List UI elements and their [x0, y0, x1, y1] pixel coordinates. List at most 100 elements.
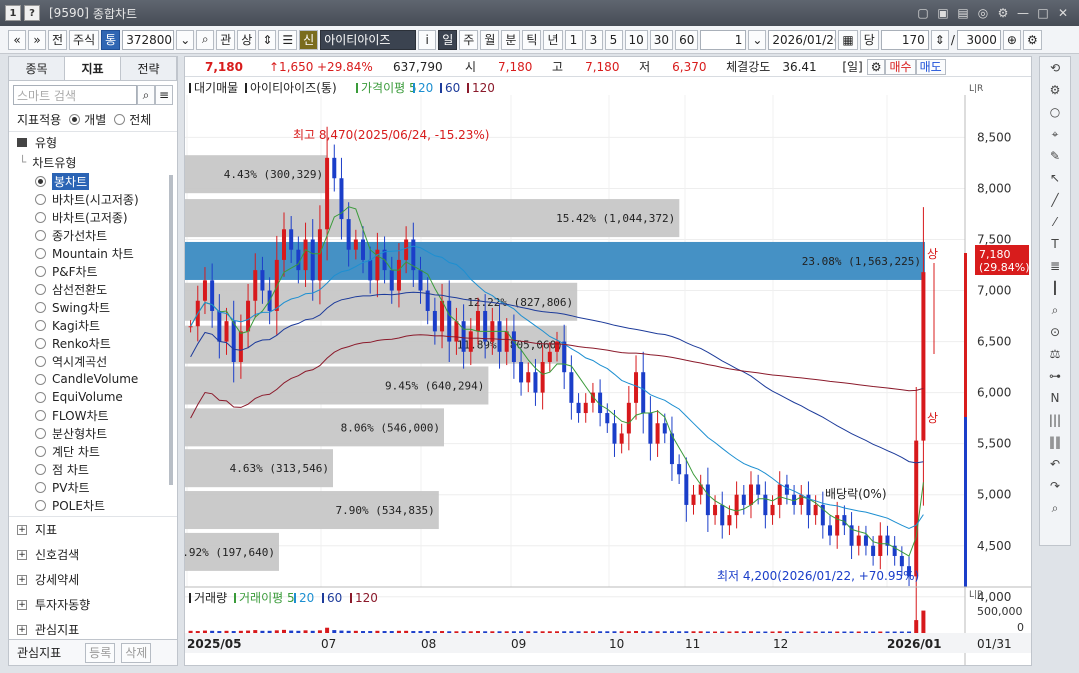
expand-icon[interactable]: +: [17, 599, 27, 610]
radio-all[interactable]: [114, 113, 126, 125]
subsection-chart-type[interactable]: 차트유형: [32, 154, 76, 171]
close-icon[interactable]: ✕: [1055, 5, 1071, 21]
sell-button[interactable]: 매도: [915, 58, 946, 75]
chart-area[interactable]: 7,180 ↑1,650 +29.84% 637,790 시 7,180 고 7…: [184, 56, 1032, 666]
maximize-icon[interactable]: □: [1035, 5, 1051, 21]
quote-settings-icon[interactable]: ⚙: [866, 58, 886, 75]
scale-icon[interactable]: ⚖: [1040, 343, 1070, 365]
search-icon[interactable]: ⌕: [1040, 497, 1070, 519]
radio-chart-type[interactable]: [35, 499, 46, 511]
radio-chart-type[interactable]: [35, 427, 46, 439]
radio-chart-type[interactable]: [35, 319, 46, 331]
zoom-icon[interactable]: ⌕: [1040, 299, 1070, 321]
section-type[interactable]: 유형: [35, 134, 57, 151]
settings-icon[interactable]: ⚙: [1022, 29, 1042, 50]
search-icon[interactable]: ⌕: [196, 29, 215, 50]
period-minute[interactable]: 분: [501, 29, 521, 50]
price-chart[interactable]: 8,500 8,000 7,500 7,000 6,500 6,000 5,500 5,000…: [185, 77, 1031, 665]
radio-individual[interactable]: [69, 113, 81, 125]
code-dropdown-icon[interactable]: ⌄: [176, 29, 195, 50]
stock-type-button[interactable]: 주식: [69, 29, 100, 50]
cursor-icon[interactable]: ↖: [1040, 167, 1070, 189]
chart-type-item[interactable]: 계단 차트: [9, 442, 177, 460]
search-icon[interactable]: ⌕: [136, 85, 155, 105]
stepper-icon[interactable]: ⇕: [258, 29, 277, 50]
tong-button[interactable]: 통: [101, 29, 121, 50]
period-tick[interactable]: 틱: [522, 29, 542, 50]
radio-chart-type[interactable]: [35, 265, 46, 277]
auto-icon[interactable]: ⁄: [1040, 211, 1070, 233]
ruler-icon[interactable]: ⊶: [1040, 365, 1070, 387]
period-day[interactable]: 일: [438, 29, 458, 50]
chart-type-item[interactable]: CandleVolume: [9, 370, 177, 388]
prev-button[interactable]: «: [8, 29, 26, 50]
chart-type-item[interactable]: 종가선차트: [9, 226, 177, 244]
chart-type-item[interactable]: FLOW차트: [9, 406, 177, 424]
tab-strategy[interactable]: 전략: [121, 57, 177, 80]
refresh-icon[interactable]: ⟲: [1040, 57, 1070, 79]
gwan-button[interactable]: 관: [216, 29, 236, 50]
camera-icon[interactable]: ◎: [975, 5, 991, 21]
group-item[interactable]: + 신호검색: [9, 542, 177, 567]
num-3[interactable]: 3: [584, 29, 603, 50]
radio-chart-type[interactable]: [35, 229, 46, 241]
chart-type-item[interactable]: PV차트: [9, 478, 177, 496]
scrollbar[interactable]: [169, 175, 173, 485]
num-1[interactable]: 1: [564, 29, 583, 50]
chart-type-item[interactable]: Renko차트: [9, 334, 177, 352]
chart-type-item[interactable]: 역시계곡선: [9, 352, 177, 370]
minimize-icon[interactable]: —: [1015, 5, 1031, 21]
radio-chart-type[interactable]: [35, 445, 46, 457]
tab-stocks[interactable]: 종목: [9, 57, 65, 80]
expand-icon[interactable]: +: [17, 574, 27, 585]
chart-type-item[interactable]: Kagi차트: [9, 316, 177, 334]
print-icon[interactable]: ▤: [955, 5, 971, 21]
help-icon[interactable]: ?: [24, 5, 40, 21]
radio-chart-type[interactable]: [35, 337, 46, 349]
group-item[interactable]: + 강세약세: [9, 567, 177, 592]
group-item[interactable]: + 지표: [9, 517, 177, 542]
radio-chart-type[interactable]: [35, 247, 46, 259]
chart-type-item[interactable]: 바차트(시고저종): [9, 190, 177, 208]
bars2-icon[interactable]: ‖‖: [1040, 431, 1070, 453]
sang-button[interactable]: 상: [237, 29, 257, 50]
n-icon[interactable]: Ν: [1040, 387, 1070, 409]
gear-icon[interactable]: ⚙: [995, 5, 1011, 21]
chart-type-item[interactable]: P&F차트: [9, 262, 177, 280]
radio-chart-type[interactable]: [35, 193, 46, 205]
interval-input[interactable]: 1: [700, 29, 747, 50]
chart-type-item[interactable]: 삼선전환도: [9, 280, 177, 298]
period-week[interactable]: 주: [459, 29, 479, 50]
chart-type-item[interactable]: 분산형차트: [9, 424, 177, 442]
radio-chart-type[interactable]: [35, 175, 46, 187]
dang-button[interactable]: 당: [859, 29, 879, 50]
next-button[interactable]: »: [28, 29, 46, 50]
candle-icon[interactable]: ┃: [1040, 277, 1070, 299]
smart-search-input[interactable]: 스마트 검색: [13, 85, 137, 105]
num-5[interactable]: 5: [604, 29, 623, 50]
code-input[interactable]: 372800: [122, 29, 175, 50]
radio-chart-type[interactable]: [35, 391, 46, 403]
pen-icon[interactable]: ✎: [1040, 145, 1070, 167]
menu-icon[interactable]: ≡: [154, 85, 173, 105]
all-button[interactable]: 전: [48, 29, 68, 50]
radio-chart-type[interactable]: [35, 301, 46, 313]
date-input[interactable]: 2026/01/26: [768, 29, 837, 50]
expand-icon[interactable]: +: [17, 549, 27, 560]
chart-type-item[interactable]: 점 차트: [9, 460, 177, 478]
radio-chart-type[interactable]: [35, 373, 46, 385]
chart-type-item[interactable]: 봉차트: [9, 172, 177, 190]
radio-chart-type[interactable]: [35, 409, 46, 421]
line-icon[interactable]: ╱: [1040, 189, 1070, 211]
buy-button[interactable]: 매수: [885, 58, 916, 75]
window-number[interactable]: 1: [5, 5, 21, 21]
gear-icon[interactable]: ⚙: [1040, 79, 1070, 101]
link-icon[interactable]: ▢: [915, 5, 931, 21]
expand-icon[interactable]: +: [17, 524, 27, 535]
redo-icon[interactable]: ↷: [1040, 475, 1070, 497]
radio-chart-type[interactable]: [35, 283, 46, 295]
count-input[interactable]: 170: [880, 29, 929, 50]
total-input[interactable]: 3000: [956, 29, 1001, 50]
period-year[interactable]: 년: [543, 29, 563, 50]
chart-type-item[interactable]: Mountain 차트: [9, 244, 177, 262]
